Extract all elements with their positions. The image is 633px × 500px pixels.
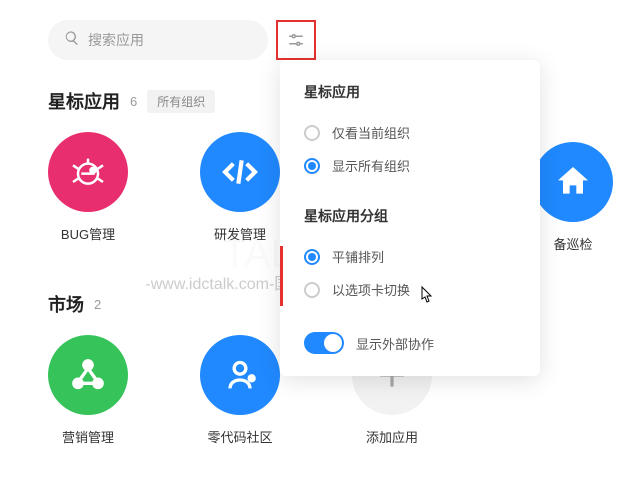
popover-section-title: 星标应用分组 bbox=[304, 206, 516, 226]
app-label: BUG管理 bbox=[61, 224, 115, 243]
cursor-pointer-icon bbox=[416, 285, 436, 312]
search-icon bbox=[64, 30, 80, 51]
radio-current-org[interactable]: 仅看当前组织 bbox=[304, 116, 516, 149]
app-label: 添加应用 bbox=[366, 427, 418, 446]
radio-on-icon bbox=[304, 249, 320, 265]
app-bug[interactable]: BUG管理 bbox=[48, 132, 128, 243]
radio-label: 显示所有组织 bbox=[332, 156, 410, 175]
org-filter-tag[interactable]: 所有组织 bbox=[147, 90, 215, 113]
highlight-box bbox=[276, 20, 316, 60]
app-label: 营销管理 bbox=[62, 427, 114, 446]
radio-all-orgs[interactable]: 显示所有组织 bbox=[304, 149, 516, 182]
external-collab-toggle[interactable] bbox=[304, 332, 344, 354]
app-label: 零代码社区 bbox=[207, 427, 272, 446]
bug-icon bbox=[48, 132, 128, 212]
app-marketing[interactable]: 营销管理 bbox=[48, 335, 128, 446]
search-input-container[interactable] bbox=[48, 20, 268, 60]
filter-settings-button[interactable] bbox=[276, 20, 316, 60]
radio-on-icon bbox=[304, 158, 320, 174]
filter-popover: 星标应用 仅看当前组织 显示所有组织 星标应用分组 平铺排列 以选项卡切换 显示… bbox=[280, 60, 540, 376]
radio-tile-layout[interactable]: 平铺排列 bbox=[304, 240, 516, 273]
popover-section-title: 星标应用 bbox=[304, 82, 516, 102]
app-zerocode[interactable]: 零代码社区 bbox=[200, 335, 280, 446]
network-icon bbox=[48, 335, 128, 415]
app-label: 研发管理 bbox=[214, 224, 266, 243]
search-input[interactable] bbox=[88, 32, 269, 48]
radio-label: 以选项卡切换 bbox=[332, 280, 410, 299]
radio-off-icon bbox=[304, 282, 320, 298]
radio-label: 平铺排列 bbox=[332, 247, 384, 266]
switch-label: 显示外部协作 bbox=[356, 334, 434, 353]
radio-tab-switch[interactable]: 以选项卡切换 bbox=[304, 273, 516, 306]
section-title-starred: 星标应用 bbox=[48, 88, 120, 114]
section-title-market: 市场 bbox=[48, 291, 84, 317]
radio-label: 仅看当前组织 bbox=[332, 123, 410, 142]
section-count-market: 2 bbox=[94, 297, 101, 312]
community-icon bbox=[200, 335, 280, 415]
radio-off-icon bbox=[304, 125, 320, 141]
section-count-starred: 6 bbox=[130, 94, 137, 109]
code-icon bbox=[200, 132, 280, 212]
app-dev[interactable]: 研发管理 bbox=[200, 132, 280, 243]
